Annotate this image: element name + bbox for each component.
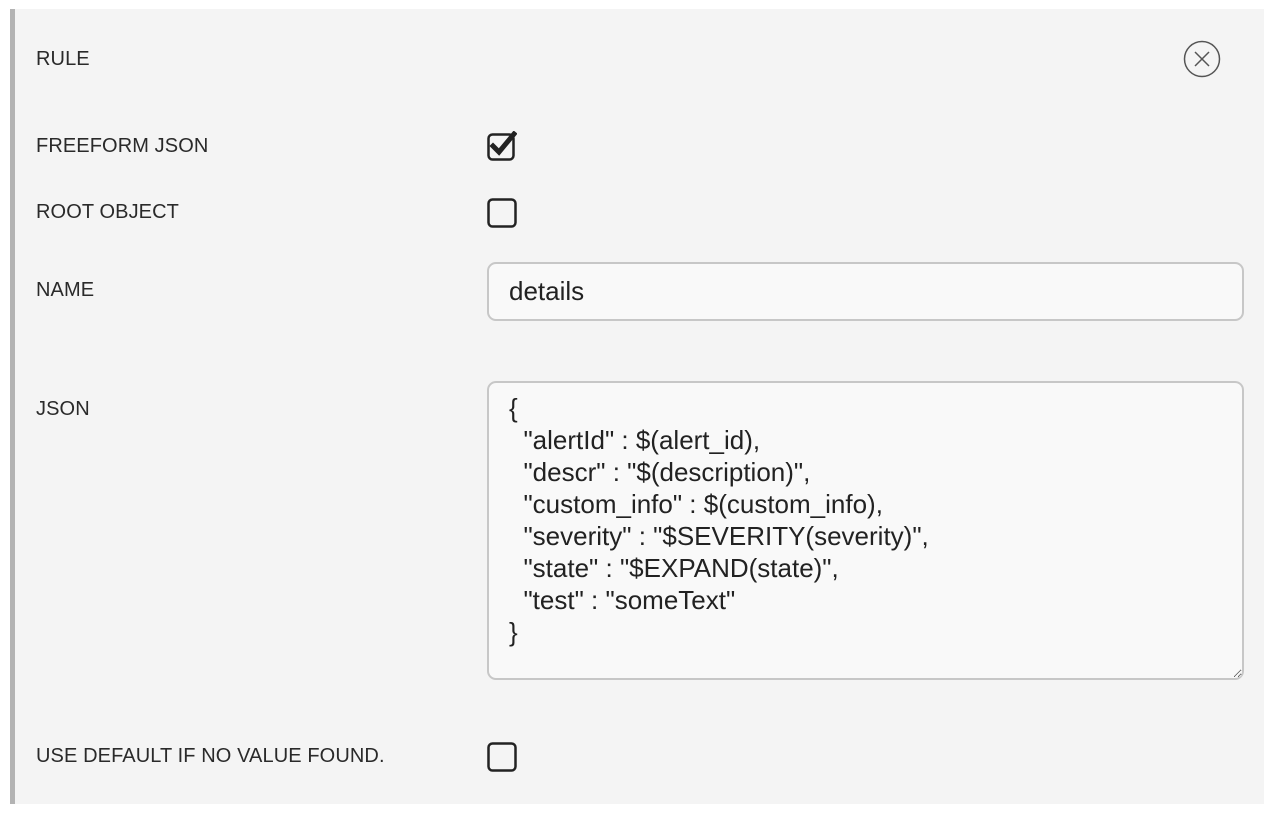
use-default-label: USE DEFAULT IF NO VALUE FOUND.	[36, 745, 385, 767]
freeform-json-label: FREEFORM JSON	[36, 135, 209, 157]
use-default-checkbox[interactable]	[487, 742, 517, 772]
root-object-label: ROOT OBJECT	[36, 201, 179, 223]
json-textarea[interactable]: { "alertId" : $(alert_id), "descr" : "$(…	[487, 381, 1244, 680]
name-input[interactable]	[487, 262, 1244, 321]
rule-title: RULE	[36, 48, 90, 70]
freeform-json-checkbox[interactable]	[487, 131, 517, 161]
rule-panel: RULE FREEFORM JSON ROOT OBJECT NAME JSON…	[10, 9, 1264, 804]
name-label: NAME	[36, 279, 95, 301]
close-icon[interactable]	[1183, 40, 1221, 78]
root-object-checkbox[interactable]	[487, 198, 517, 228]
json-label: JSON	[36, 398, 90, 420]
